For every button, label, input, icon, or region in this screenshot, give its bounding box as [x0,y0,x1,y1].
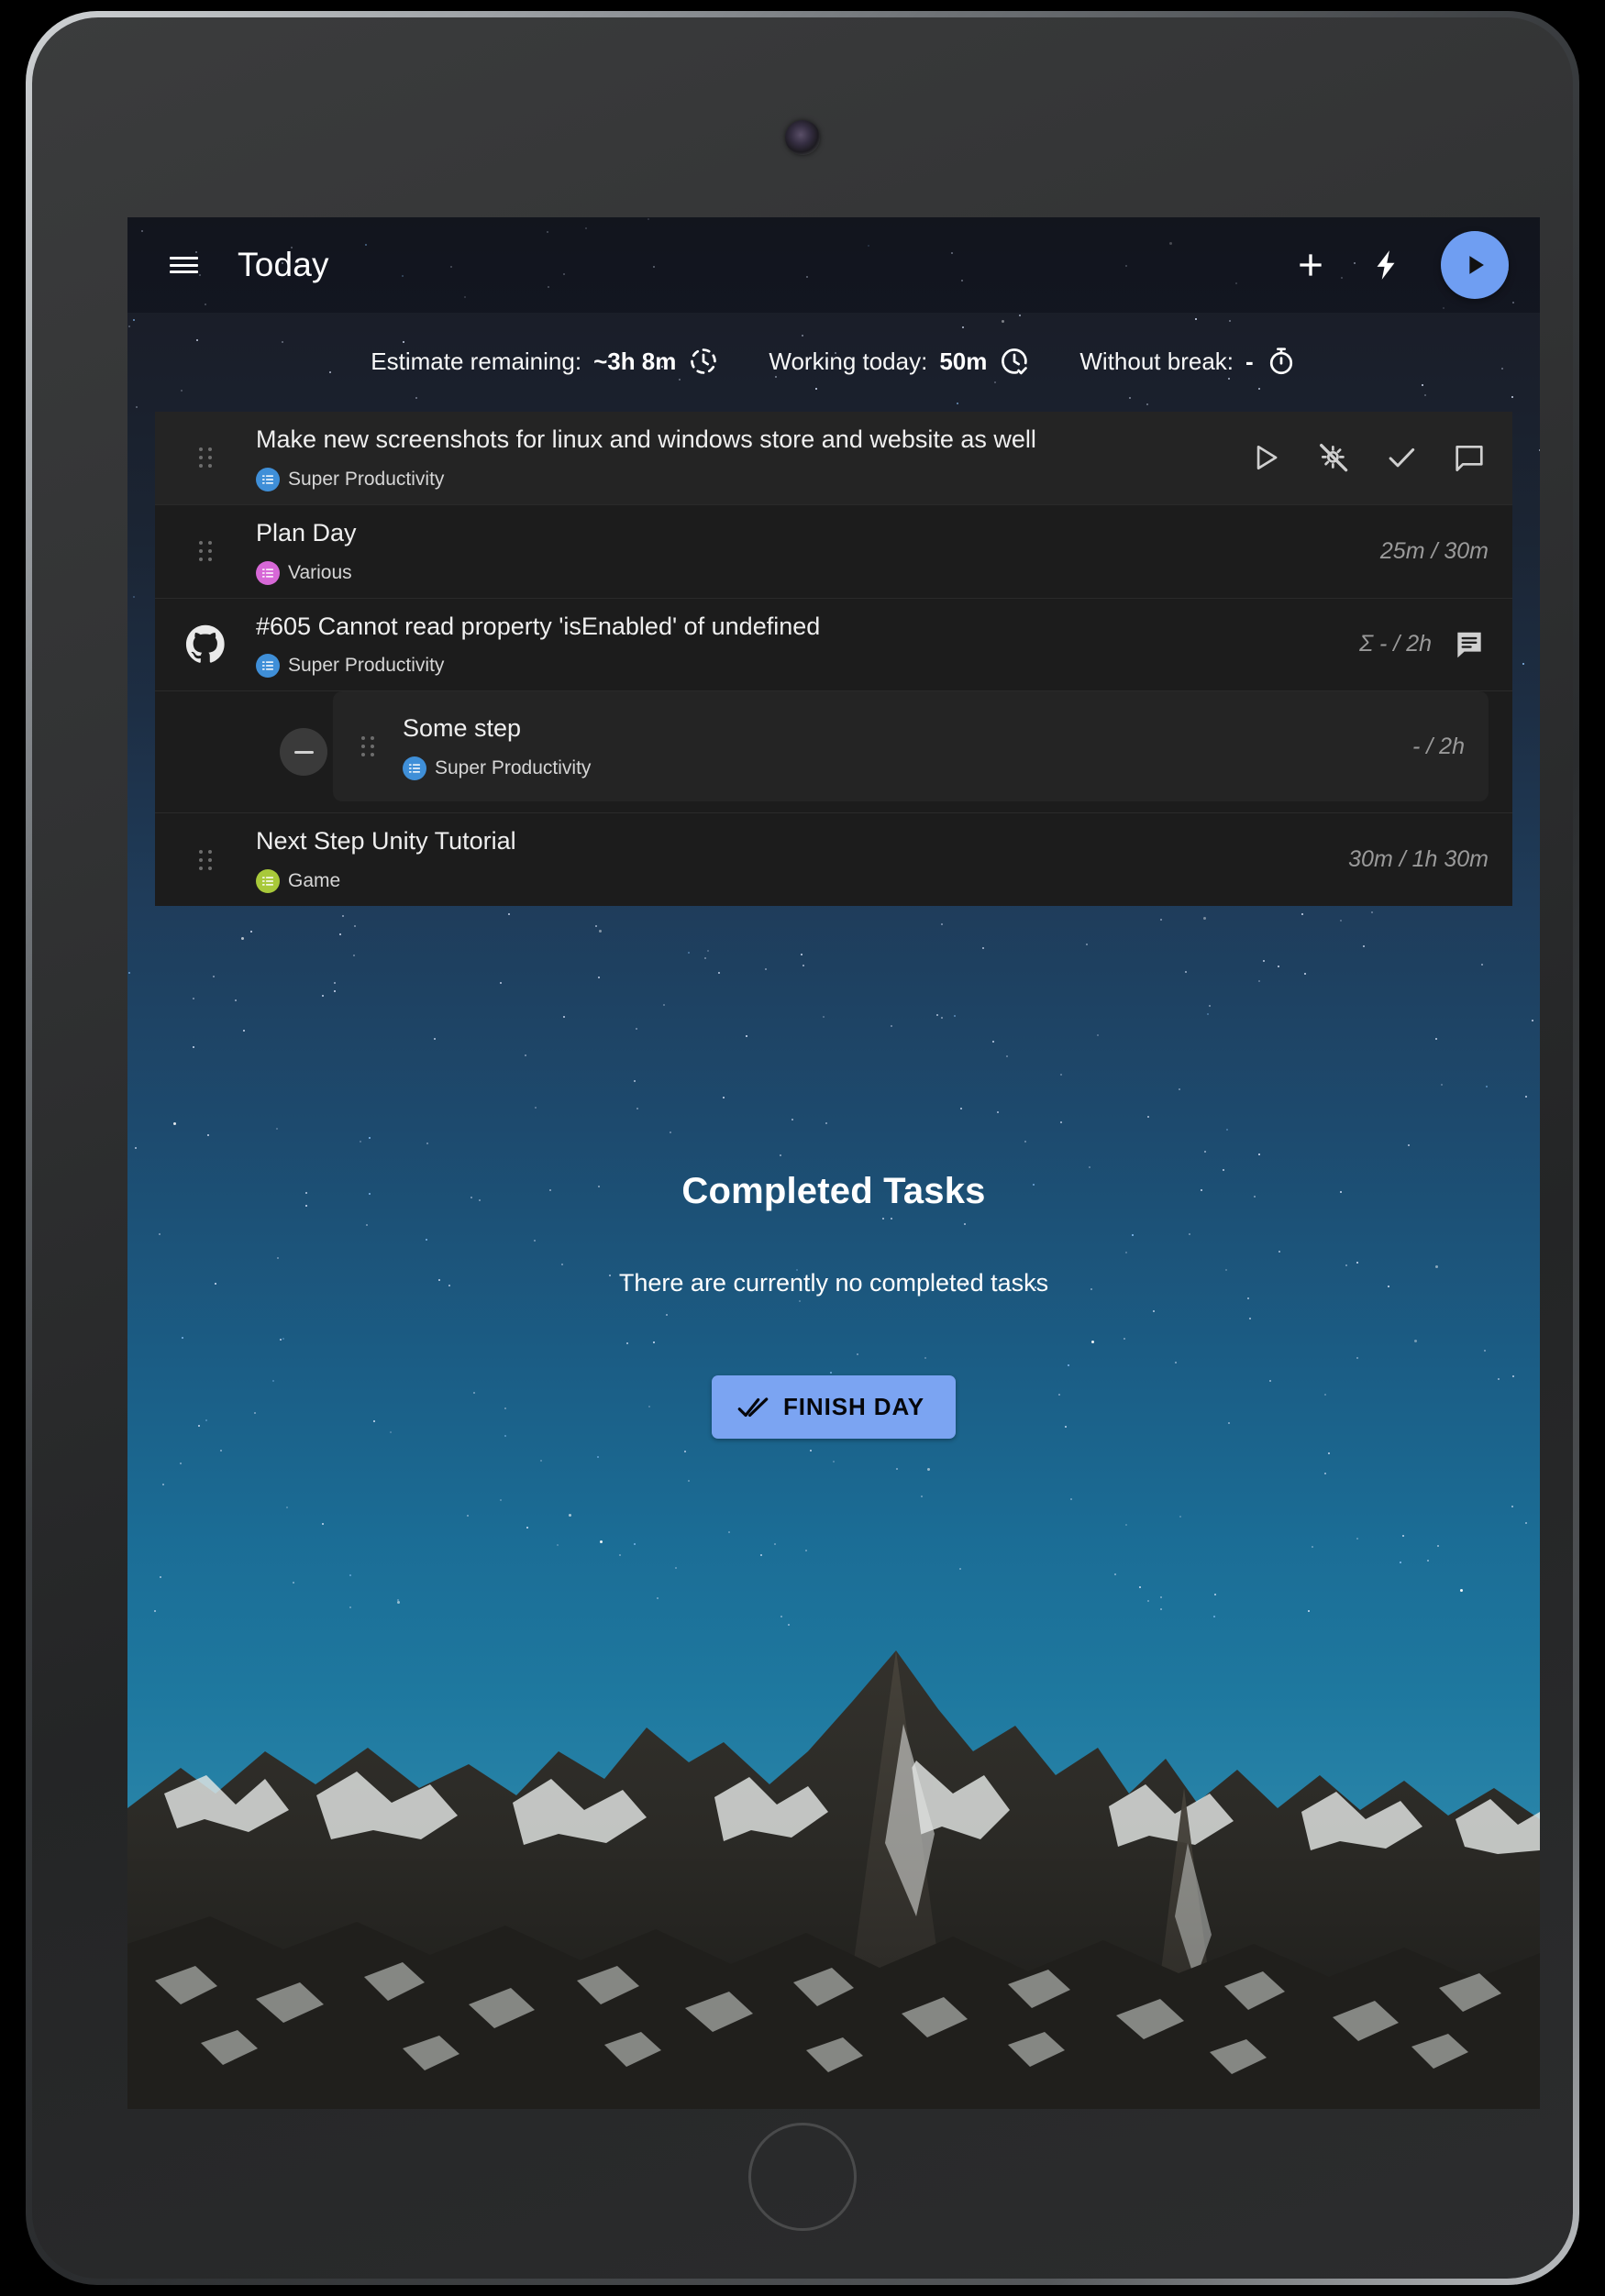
task-project-tag[interactable]: Super Productivity [256,467,445,491]
task-main: Plan Day Various [256,518,1360,585]
task-lead-slot [333,736,403,757]
menu-bar [169,263,198,267]
project-name: Game [288,870,341,891]
task-lead-slot [155,849,256,870]
app-screen: Today Estimate remaining: ~3h 8m Working… [127,217,1540,2109]
task-main: Some step Super Productivity [403,713,1392,780]
page-title: Today [238,246,329,283]
front-camera-icon [785,120,820,155]
menu-bar [169,270,198,273]
task-play-button[interactable] [1246,438,1285,477]
stat-estimate-remaining[interactable]: Estimate remaining: ~3h 8m [371,346,719,377]
tablet-device-frame: Today Estimate remaining: ~3h 8m Working… [26,11,1579,2285]
task-row[interactable]: #605 Cannot read property 'isEnabled' of… [155,598,1512,692]
home-button[interactable] [748,2123,857,2231]
drag-handle[interactable] [199,849,212,870]
stat-label: Working today: [769,347,928,375]
stat-working-today[interactable]: Working today: 50m [769,346,1030,377]
notes-icon [1457,632,1481,658]
task-done-button[interactable] [1382,438,1421,477]
task-actions [1450,625,1489,664]
task-time[interactable]: 30m / 1h 30m [1348,846,1489,873]
double-check-icon [737,1396,769,1417]
plus-icon [1300,254,1322,276]
task-lead-slot [155,619,256,669]
task-time[interactable]: - / 2h [1412,734,1465,760]
completed-tasks-empty-message: There are currently no completed tasks [618,1269,1049,1297]
tablet-body: Today Estimate remaining: ~3h 8m Working… [32,17,1573,2279]
task-time[interactable]: Σ - / 2h [1359,631,1432,657]
task-title[interactable]: Some step [403,713,1392,745]
task-row[interactable]: Make new screenshots for linux and windo… [155,412,1512,505]
task-project-tag[interactable]: Super Productivity [403,756,591,780]
project-name: Various [288,561,352,583]
drag-handle[interactable] [199,541,212,562]
stat-label: Estimate remaining: [371,347,582,375]
hamburger-menu-icon[interactable] [155,237,212,293]
quick-action-button[interactable] [1356,236,1415,294]
comment-icon [1456,446,1483,472]
stat-value: ~3h 8m [593,347,677,375]
project-list-icon [256,654,280,679]
start-timer-button[interactable] [1441,231,1509,299]
task-notes-button[interactable] [1450,438,1489,477]
stat-value: - [1245,347,1254,375]
finish-day-button[interactable]: FINISH DAY [712,1375,956,1439]
stat-value: 50m [939,347,988,375]
task-title[interactable]: Next Step Unity Tutorial [256,826,1328,857]
collapse-subtasks-button[interactable] [280,728,327,777]
finish-day-label: FINISH DAY [783,1393,924,1420]
task-title[interactable]: #605 Cannot read property 'isEnabled' of… [256,612,1339,643]
task-unschedule-button[interactable] [1314,438,1353,477]
wallpaper-mountains [127,1614,1540,2109]
subtask-container: Some step Super Productivity - / 2h [155,691,1512,814]
project-name: Super Productivity [288,655,445,677]
task-notes-button[interactable] [1450,625,1489,664]
lightning-bolt-icon [1377,250,1395,280]
project-list-icon [256,869,280,893]
check-icon [1389,448,1415,468]
play-icon [1256,446,1278,470]
play-icon [1469,256,1484,274]
magic-wand-off-icon [1320,444,1348,472]
task-project-tag[interactable]: Various [256,560,352,585]
completed-tasks-section: Completed Tasks There are currently no c… [127,1171,1540,1439]
project-list-icon [256,467,280,491]
completed-tasks-title: Completed Tasks [681,1171,986,1211]
subtask-row[interactable]: Some step Super Productivity - / 2h [333,691,1489,802]
stat-without-break[interactable]: Without break: - [1079,346,1296,377]
task-list: Make new screenshots for linux and windo… [155,412,1512,906]
drag-handle[interactable] [361,736,374,757]
github-icon [181,619,230,669]
project-list-icon [256,560,280,585]
task-title[interactable]: Make new screenshots for linux and windo… [256,425,1228,456]
task-row[interactable]: Next Step Unity Tutorial Game 30m / 1h 3… [155,813,1512,906]
stats-bar: Estimate remaining: ~3h 8m Working today… [127,313,1540,410]
task-actions [1246,438,1489,477]
project-name: Super Productivity [435,756,592,778]
project-list-icon [403,756,426,780]
clock-dashed-icon [691,348,717,374]
app-header: Today [127,217,1540,313]
task-project-tag[interactable]: Super Productivity [256,654,445,679]
minus-circle-icon [293,750,314,754]
task-lead-slot [155,447,256,469]
task-main: #605 Cannot read property 'isEnabled' of… [256,612,1339,679]
add-task-button[interactable] [1281,236,1340,294]
clock-check-icon [1002,348,1028,375]
task-row[interactable]: Plan Day Various 25m / 30m [155,504,1512,599]
project-name: Super Productivity [288,468,445,490]
stat-label: Without break: [1079,347,1234,375]
task-lead-slot [155,541,256,562]
task-time[interactable]: 25m / 30m [1380,538,1489,565]
task-project-tag[interactable]: Game [256,869,340,893]
timer-icon [1269,348,1292,375]
menu-bar [169,257,198,259]
drag-handle[interactable] [199,447,212,469]
task-main: Next Step Unity Tutorial Game [256,826,1328,893]
task-title[interactable]: Plan Day [256,518,1360,549]
task-main: Make new screenshots for linux and windo… [256,425,1228,491]
